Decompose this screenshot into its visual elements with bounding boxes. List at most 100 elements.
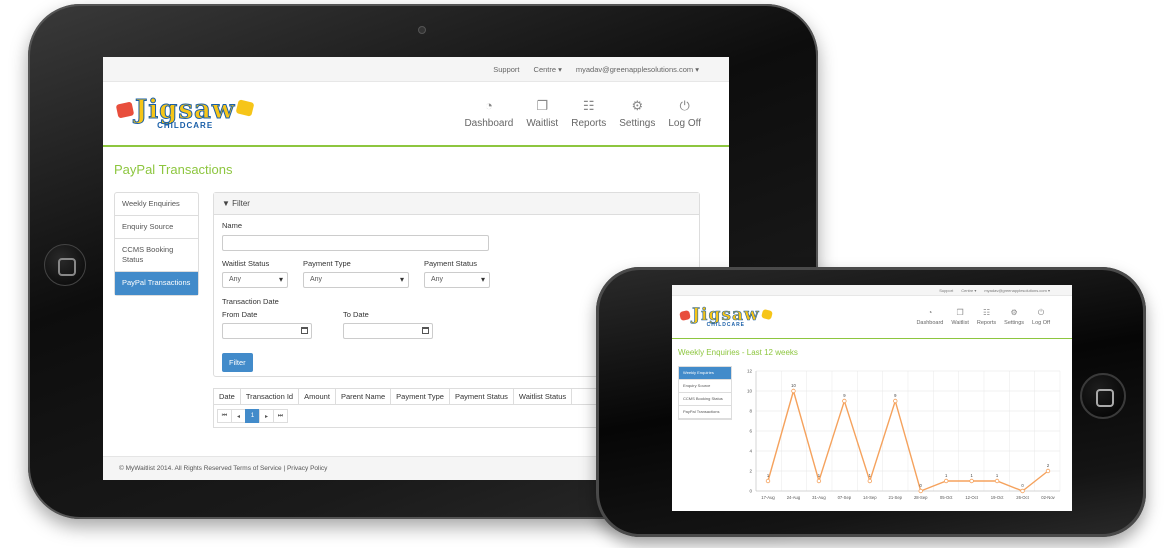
support-link[interactable]: Support [939, 288, 953, 293]
column-header-payment-status[interactable]: Payment Status [450, 389, 514, 404]
y-tick-label: 6 [749, 429, 752, 434]
waitlist-status-select[interactable]: Any [222, 272, 288, 288]
dashboard-icon: ◔ [927, 307, 933, 317]
reports-icon: ☷ [982, 307, 991, 317]
account-dropdown[interactable]: myadav@greenapplesolutions.com ▾ [576, 65, 699, 74]
to-date-input[interactable] [343, 323, 433, 339]
x-tick-label: 17-Aug [761, 495, 775, 500]
data-point [918, 488, 923, 494]
data-label: 9 [843, 393, 846, 398]
nav-reports[interactable]: ☷ Reports [571, 98, 607, 129]
sidebar-item-enquiry-source[interactable]: Enquiry Source [115, 216, 198, 239]
filter-button[interactable]: Filter [222, 353, 253, 372]
data-point [943, 478, 949, 484]
waitlist-icon: ❐ [536, 97, 549, 113]
calendar-icon[interactable] [422, 327, 429, 334]
sidebar-item-weekly-enquiries[interactable]: Weekly Enquiries [679, 367, 731, 380]
puzzle-piece-icon [760, 308, 773, 320]
waitlist-icon: ❐ [956, 307, 964, 317]
column-header-waitlist-status[interactable]: Waitlist Status [514, 389, 573, 404]
sidebar-item-weekly-enquiries[interactable]: Weekly Enquiries [115, 193, 198, 216]
puzzle-piece-icon [235, 99, 255, 117]
nav-label: Log Off [1032, 319, 1050, 326]
jigsaw-logo[interactable]: Jigsaw CHILDCARE [115, 97, 255, 130]
data-label: 1 [945, 473, 948, 478]
transactions-table: Date Transaction Id Amount Parent Name P… [213, 388, 603, 428]
filter-icon: ▼ [222, 199, 230, 208]
support-link[interactable]: Support [493, 65, 519, 74]
app-header: Jigsaw CHILDCARE ◔ Dashboard ❐ Waitlist … [103, 82, 729, 147]
data-label: 10 [791, 383, 796, 388]
prev-page-button[interactable]: ◂ [231, 409, 246, 423]
phone-device: Support Centre ▾ myadav@greenapplesoluti… [596, 267, 1146, 537]
nav-log-off[interactable]: ⏻ Log Off [668, 97, 701, 129]
column-header-payment-type[interactable]: Payment Type [391, 389, 450, 404]
jigsaw-logo[interactable]: Jigsaw CHILDCARE [679, 306, 773, 328]
column-header-transaction-id[interactable]: Transaction Id [241, 389, 300, 404]
column-header-date[interactable]: Date [214, 389, 241, 404]
account-dropdown[interactable]: myadav@greenapplesolutions.com ▾ [984, 288, 1050, 293]
data-point [816, 478, 822, 484]
last-page-button[interactable]: ⏭ [273, 409, 288, 423]
page-title: PayPal Transactions [114, 162, 233, 177]
main-nav: ◔ Dashboard ❐ Waitlist ☷ Reports ⚙ Setti… [916, 307, 1050, 326]
nav-label: Reports [976, 319, 997, 326]
nav-label: Reports [571, 117, 607, 129]
payment-status-select[interactable]: Any [424, 272, 490, 288]
calendar-icon[interactable] [301, 327, 308, 334]
data-point [1020, 488, 1025, 494]
nav-log-off[interactable]: ⏻ Log Off [1032, 308, 1050, 326]
nav-waitlist[interactable]: ❐ Waitlist [526, 97, 558, 129]
data-label: 9 [894, 393, 897, 398]
footer-text: © MyWaitlist 2014. All Rights Reserved T… [119, 465, 328, 472]
tablet-home-button[interactable] [44, 244, 86, 286]
nav-settings[interactable]: ⚙ Settings [1004, 307, 1024, 326]
sidebar-item-enquiry-source[interactable]: Enquiry Source [679, 380, 731, 393]
payment-status-label: Payment Status [424, 259, 477, 268]
puzzle-piece-icon [115, 101, 135, 119]
nav-dashboard[interactable]: ◔ Dashboard [916, 307, 944, 326]
sidebar-item-ccms-booking-status[interactable]: CCMS Booking Status [115, 239, 198, 272]
payment-type-select[interactable]: Any [303, 272, 409, 288]
payment-type-label: Payment Type [303, 259, 351, 268]
page-title: Weekly Enquiries - Last 12 weeks [678, 348, 798, 357]
nav-reports[interactable]: ☷ Reports [976, 307, 997, 326]
filter-panel-body: Name Waitlist Status Any Payment Type An… [214, 215, 699, 339]
column-header-parent-name[interactable]: Parent Name [336, 389, 392, 404]
x-tick-label: 21-Sep [889, 495, 903, 500]
y-tick-label: 4 [749, 449, 752, 454]
column-header-amount[interactable]: Amount [299, 389, 336, 404]
gear-icon: ⚙ [631, 97, 644, 113]
from-date-input[interactable] [222, 323, 312, 339]
data-label: 0 [1021, 483, 1024, 488]
sidebar-item-paypal-transactions[interactable]: PayPal Transactions [115, 272, 198, 295]
first-page-button[interactable]: ⏮ [217, 409, 232, 423]
x-tick-label: 14-Sep [863, 495, 877, 500]
data-label: 0 [920, 483, 923, 488]
nav-settings[interactable]: ⚙ Settings [619, 97, 655, 129]
page-1-button[interactable]: 1 [245, 409, 260, 423]
nav-waitlist[interactable]: ❐ Waitlist [951, 307, 969, 326]
name-input[interactable] [222, 235, 489, 251]
filter-panel-heading[interactable]: ▼ Filter [214, 193, 699, 215]
phone-screen: Support Centre ▾ myadav@greenapplesoluti… [672, 285, 1072, 511]
power-icon: ⏻ [679, 97, 690, 113]
next-page-button[interactable]: ▸ [259, 409, 274, 423]
x-tick-label: 31-Aug [812, 495, 826, 500]
gear-icon: ⚙ [1010, 307, 1018, 317]
centre-dropdown[interactable]: Centre ▾ [961, 288, 976, 293]
sidebar-item-paypal-transactions[interactable]: PayPal Transactions [679, 406, 731, 419]
nav-label: Log Off [668, 117, 701, 129]
x-tick-label: 26-Oct [1016, 495, 1029, 500]
dashboard-icon: ◔ [484, 97, 493, 113]
data-point [867, 478, 873, 484]
phone-home-button[interactable] [1080, 373, 1126, 419]
nav-dashboard[interactable]: ◔ Dashboard [464, 97, 513, 129]
centre-dropdown[interactable]: Centre ▾ [534, 65, 562, 74]
sidebar-item-ccms-booking-status[interactable]: CCMS Booking Status [679, 393, 731, 406]
weekly-enquiries-chart: 02468101217-Aug 24-Aug 31-Aug 07-Sep 14-Sep 2… [747, 369, 1061, 500]
x-tick-label: 12-Oct [965, 495, 978, 500]
data-point [842, 398, 847, 404]
data-point [1045, 468, 1051, 474]
nav-label: Dashboard [916, 319, 944, 326]
